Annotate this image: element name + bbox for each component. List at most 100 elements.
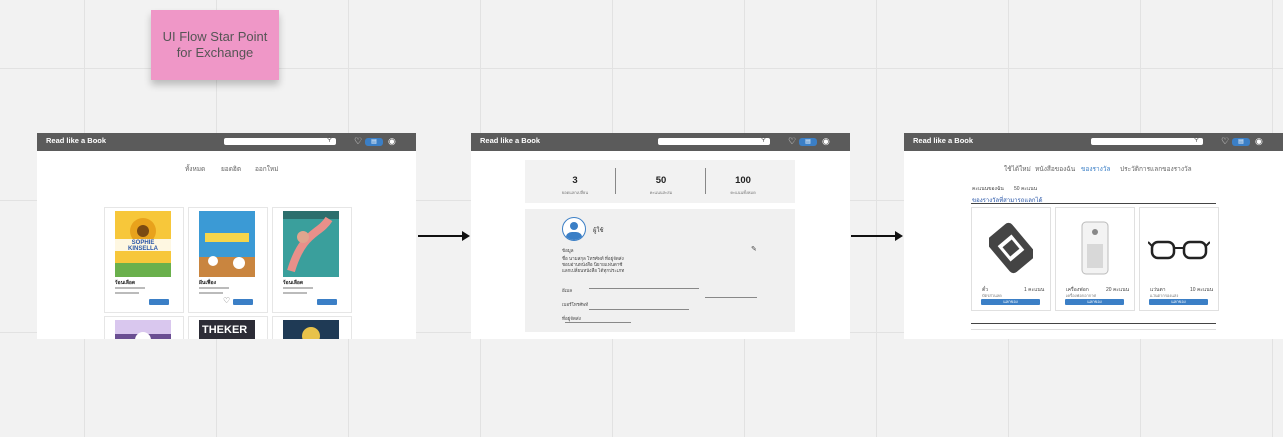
user-icon[interactable]: ◉ (1255, 136, 1263, 146)
frame-rewards: Read like a Book ⚲ ♡ ▤ ◉ ใช้ได้ใหม่ หนัง… (904, 133, 1283, 339)
tab-new[interactable]: ออกใหม่ (255, 164, 279, 174)
frame-profile: Read like a Book ⚲ ♡ ▤ ◉ 3 ยอดแลกเปลี่ยน… (471, 133, 850, 339)
field-label: ที่อยู่จัดส่ง (562, 316, 581, 321)
redeem-button[interactable]: แลกของ (981, 299, 1040, 305)
reward-points: 20 คะแนน (1106, 287, 1130, 293)
user-icon[interactable]: ◉ (388, 136, 396, 146)
heart-icon[interactable]: ♡ (788, 136, 796, 146)
reward-card[interactable]: แว่นตา 10 คะแนน แว่นตากรองแสง แลกของ (1139, 207, 1219, 311)
heart-icon[interactable]: ♡ (354, 136, 362, 146)
book-meta (199, 292, 223, 294)
stats-panel: 3 ยอดแลกเปลี่ยน 50 คะแนนสะสม 100 คะแนนทั… (525, 160, 795, 203)
tab-new-items[interactable]: ใช้ได้ใหม่ (1004, 164, 1031, 174)
cart-icon[interactable]: ▤ (799, 138, 817, 146)
book-card[interactable]: ฝันเฟื่อง ♡ (188, 207, 268, 313)
frame-book-list: Read like a Book ⚲ ♡ ▤ ◉ ทั้งหมด ยอดฮิต … (37, 133, 416, 339)
book-card[interactable] (104, 316, 184, 339)
stat-points: 50 (655, 175, 667, 186)
field-label: อีเมล (562, 288, 572, 293)
exchange-button[interactable] (233, 299, 253, 305)
sticky-note[interactable]: UI Flow Star Point for Exchange (151, 10, 279, 80)
search-icon[interactable]: ⚲ (327, 135, 332, 143)
edit-icon[interactable]: ✎ (751, 245, 757, 253)
tab-all[interactable]: ทั้งหมด (185, 164, 205, 174)
book-title: ร้อนเลือด (283, 280, 304, 286)
glasses-icon (1148, 240, 1210, 260)
stat-label: คะแนนสะสม (649, 190, 673, 195)
ticket-icon (989, 222, 1033, 274)
reward-card[interactable]: เครื่องฟอก 20 คะแนน เครื่องฟอกอากาศ แลกข… (1055, 207, 1135, 311)
book-title: ฝันเฟื่อง (199, 280, 217, 286)
book-meta (283, 292, 307, 294)
field-label: เบอร์โทรศัพท์ (562, 302, 589, 307)
cart-icon[interactable]: ▤ (365, 138, 383, 146)
stat-label: ยอดแลกเปลี่ยน (561, 190, 589, 195)
topbar: Read like a Book ⚲ ♡ ▤ ◉ (37, 133, 416, 151)
tab-reward-history[interactable]: ประวัติการแลกของรางวัล (1120, 164, 1192, 174)
book-meta (199, 287, 229, 289)
brand-logo[interactable]: Read like a Book (913, 136, 973, 145)
field-underline[interactable] (705, 297, 757, 298)
cover-title: THEKER (202, 324, 248, 336)
field-underline[interactable] (565, 322, 631, 323)
book-cover (115, 320, 171, 339)
tab-my-books[interactable]: หนังสือของฉัน (1035, 164, 1075, 174)
reward-desc: แว่นตากรองแสง (1150, 293, 1179, 298)
stat-exchanges: 3 (572, 175, 578, 186)
exchange-button[interactable] (149, 299, 169, 305)
field-underline[interactable] (589, 309, 689, 310)
stat-total: 100 (735, 175, 751, 186)
redeem-button[interactable]: แลกของ (1149, 299, 1208, 305)
topbar: Read like a Book ⚲ ♡ ▤ ◉ (471, 133, 850, 151)
book-card[interactable]: THEKER (188, 316, 268, 339)
brand-logo[interactable]: Read like a Book (46, 136, 106, 145)
section-divider (971, 323, 1216, 324)
exchange-button[interactable] (317, 299, 337, 305)
topbar: Read like a Book ⚲ ♡ ▤ ◉ (904, 133, 1283, 151)
sticky-note-text: UI Flow Star Point for Exchange (162, 29, 268, 60)
book-title: ร้อนเลือด (115, 280, 136, 286)
search-input[interactable]: ⚲ (1091, 135, 1203, 145)
flow-arrow (851, 231, 903, 241)
heart-icon[interactable]: ♡ (223, 296, 230, 305)
tab-rewards[interactable]: ของรางวัล (1081, 164, 1110, 174)
air-purifier-icon (1081, 221, 1109, 275)
points-label: คะแนนของฉัน (972, 186, 1004, 192)
points-value: 50 คะแนน (1014, 186, 1038, 192)
user-icon[interactable]: ◉ (822, 136, 830, 146)
book-cover (199, 211, 255, 277)
reward-desc: เครื่องฟอกอากาศ (1066, 293, 1097, 298)
book-cover: THEKER (199, 320, 255, 339)
book-card[interactable]: SOPHIE KINSELLA ร้อนเลือด (104, 207, 184, 313)
cover-author: SOPHIE KINSELLA (128, 240, 158, 252)
flow-arrow (418, 231, 470, 241)
search-input[interactable]: ⚲ (224, 135, 336, 145)
book-meta (115, 292, 139, 294)
bio-line: แลกเปลี่ยนหนังสือ ได้ทุกประเภท (562, 268, 625, 273)
book-cover (283, 320, 339, 339)
bio-label: ข้อมูล (562, 248, 574, 253)
divider (615, 168, 616, 194)
tab-popular[interactable]: ยอดฮิต (221, 164, 241, 174)
book-card[interactable] (272, 316, 352, 339)
book-cover: SOPHIE KINSELLA (115, 211, 171, 277)
brand-logo[interactable]: Read like a Book (480, 136, 540, 145)
profile-panel: ผู้ใช้ ข้อมูล ✎ ชื่อ นามสกุล โทรศัพท์ ที… (525, 209, 795, 332)
avatar[interactable] (562, 217, 586, 241)
stat-label: คะแนนทั้งหมด (730, 190, 756, 195)
book-meta (115, 287, 145, 289)
book-meta (283, 287, 313, 289)
divider (705, 168, 706, 194)
field-underline[interactable] (589, 288, 699, 289)
search-icon[interactable]: ⚲ (1194, 135, 1199, 143)
book-card[interactable]: ร้อนเลือด (272, 207, 352, 313)
reward-desc: บัตรส่วนลด (982, 293, 1002, 298)
profile-name: ผู้ใช้ (593, 228, 604, 234)
search-input[interactable]: ⚲ (658, 135, 770, 145)
redeem-button[interactable]: แลกของ (1065, 299, 1124, 305)
search-icon[interactable]: ⚲ (761, 135, 766, 143)
reward-card[interactable]: ตั๋ว 1 คะแนน บัตรส่วนลด แลกของ (971, 207, 1051, 311)
heart-icon[interactable]: ♡ (1221, 136, 1229, 146)
book-cover (283, 211, 339, 277)
cart-icon[interactable]: ▤ (1232, 138, 1250, 146)
